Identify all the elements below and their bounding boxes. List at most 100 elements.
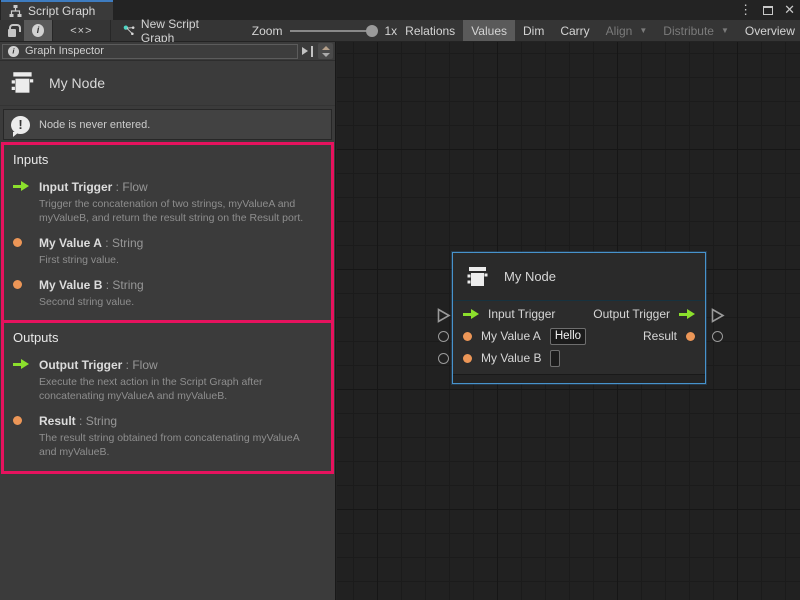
maximize-icon[interactable] xyxy=(763,6,773,15)
lock-button[interactable] xyxy=(0,20,24,41)
align-dropdown[interactable]: Align ▼ xyxy=(598,20,656,41)
external-flow-connector[interactable] xyxy=(437,308,451,323)
align-label: Align xyxy=(606,24,633,38)
warning-bubble-icon xyxy=(11,116,30,134)
script-graph-window: Script Graph ⋮ ✕ <×> New Script Gra xyxy=(0,0,800,600)
value-port-icon xyxy=(13,280,22,289)
toolbar-right-group: Relations Values Dim Carry Align ▼ Distr… xyxy=(397,20,800,41)
node-footer xyxy=(453,374,705,383)
chevron-down-icon: ▼ xyxy=(639,26,647,35)
zoom-label: Zoom xyxy=(252,24,283,38)
graph-breadcrumb[interactable]: New Script Graph xyxy=(115,20,226,41)
node-row-value-b: My Value B xyxy=(453,347,705,369)
node-row-value-a: My Value A Hello Result xyxy=(453,325,705,347)
inspector-toggle-button[interactable] xyxy=(24,20,52,41)
toolbar-separator xyxy=(110,20,111,41)
dock-panel-icon[interactable] xyxy=(301,45,315,58)
overview-button[interactable]: Overview xyxy=(737,20,800,41)
outputs-section-title: Outputs xyxy=(13,330,322,345)
flow-port-icon[interactable] xyxy=(679,309,695,320)
port-description: Execute the next action in the Script Gr… xyxy=(39,376,322,404)
value-port-icon xyxy=(13,238,22,247)
distribute-dropdown[interactable]: Distribute ▼ xyxy=(655,20,737,41)
graph-canvas[interactable]: My Node Input Trigger Output Trigger xyxy=(337,42,800,600)
values-label: Values xyxy=(471,24,507,38)
inspector-header: Graph Inspector xyxy=(0,42,335,61)
external-flow-connector[interactable] xyxy=(711,308,725,323)
zoom-slider-knob[interactable] xyxy=(366,25,378,37)
dim-button[interactable]: Dim xyxy=(515,20,552,41)
external-value-connector[interactable] xyxy=(438,331,449,342)
value-port-icon[interactable] xyxy=(686,332,695,341)
csharp-preview-button[interactable]: <×> xyxy=(53,20,110,41)
node-row-trigger: Input Trigger Output Trigger xyxy=(453,303,705,325)
zoom-slider[interactable] xyxy=(290,30,376,32)
port-entry-input-trigger: Input TriggerFlow Trigger the concatenat… xyxy=(13,178,322,226)
port-description: Trigger the concatenation of two strings… xyxy=(39,198,322,226)
ports-documentation-box: Inputs Input TriggerFlow Trigger the con… xyxy=(1,142,334,474)
value-port-icon[interactable] xyxy=(463,332,472,341)
more-menu-icon[interactable]: ⋮ xyxy=(739,0,752,20)
value-port-icon[interactable] xyxy=(463,354,472,363)
overview-label: Overview xyxy=(745,24,795,38)
relations-button[interactable]: Relations xyxy=(397,20,463,41)
port-label: Input Trigger xyxy=(488,307,555,321)
port-name: Result xyxy=(39,414,76,428)
my-value-b-input[interactable] xyxy=(550,350,560,367)
selected-node-title: My Node xyxy=(49,75,105,91)
tab-title: Script Graph xyxy=(28,4,95,18)
input-trigger-port[interactable]: Input Trigger xyxy=(463,307,555,321)
scroll-spinner[interactable] xyxy=(318,43,333,59)
scroll-up-icon[interactable] xyxy=(322,46,330,50)
my-node[interactable]: My Node Input Trigger Output Trigger xyxy=(452,252,706,384)
carry-label: Carry xyxy=(560,24,589,38)
port-entry-my-value-a: My Value AString First string value. xyxy=(13,234,322,268)
result-port[interactable]: Result xyxy=(643,329,695,343)
warning-banner: Node is never entered. xyxy=(3,109,332,140)
port-label: Output Trigger xyxy=(593,307,670,321)
chevron-down-icon: ▼ xyxy=(721,26,729,35)
flow-port-icon[interactable] xyxy=(463,309,479,320)
code-icon: <×> xyxy=(70,25,92,37)
port-description: The result string obtained from concaten… xyxy=(39,432,322,460)
carry-button[interactable]: Carry xyxy=(552,20,597,41)
outputs-section: Outputs Output TriggerFlow Execute the n… xyxy=(4,320,331,470)
port-entry-output-trigger: Output TriggerFlow Execute the next acti… xyxy=(13,356,322,404)
relations-label: Relations xyxy=(405,24,455,38)
port-label: My Value A xyxy=(481,329,541,343)
external-value-connector[interactable] xyxy=(712,331,723,342)
port-type: Flow xyxy=(122,358,157,372)
port-entry-result: ResultString The result string obtained … xyxy=(13,412,322,460)
warning-text: Node is never entered. xyxy=(39,119,150,131)
dim-label: Dim xyxy=(523,24,544,38)
node-header[interactable]: My Node xyxy=(453,253,705,301)
my-value-a-port[interactable]: My Value A Hello xyxy=(463,328,586,345)
my-value-a-input[interactable]: Hello xyxy=(550,328,586,345)
my-value-b-port[interactable]: My Value B xyxy=(463,350,560,367)
selected-node-header: My Node xyxy=(0,61,335,106)
info-icon xyxy=(8,45,19,56)
window-controls: ⋮ ✕ xyxy=(739,0,795,20)
tab-script-graph[interactable]: Script Graph xyxy=(1,0,113,20)
port-type: Flow xyxy=(112,180,147,194)
graph-toolbar: <×> New Script Graph Zoom 1x Relations xyxy=(0,20,800,42)
port-entry-my-value-b: My Value BString Second string value. xyxy=(13,276,322,310)
graph-inspector-panel: Graph Inspector My Node Node is never en… xyxy=(0,42,336,600)
port-name: Input Trigger xyxy=(39,180,112,194)
node-ports: Input Trigger Output Trigger My Value A … xyxy=(453,301,705,369)
port-name: My Value B xyxy=(39,278,102,292)
close-icon[interactable]: ✕ xyxy=(784,0,795,20)
external-value-connector[interactable] xyxy=(438,353,449,364)
output-trigger-port[interactable]: Output Trigger xyxy=(593,307,695,321)
values-button[interactable]: Values xyxy=(463,20,515,41)
port-description: Second string value. xyxy=(39,296,144,310)
lock-icon xyxy=(8,29,16,37)
scroll-down-icon[interactable] xyxy=(322,53,330,57)
inputs-section-title: Inputs xyxy=(13,152,322,167)
info-icon xyxy=(32,24,44,37)
port-label: Result xyxy=(643,329,677,343)
script-graph-asset-icon xyxy=(123,24,135,37)
inspector-title-field[interactable]: Graph Inspector xyxy=(2,44,298,59)
port-label: My Value B xyxy=(481,351,541,365)
port-type: String xyxy=(102,278,143,292)
